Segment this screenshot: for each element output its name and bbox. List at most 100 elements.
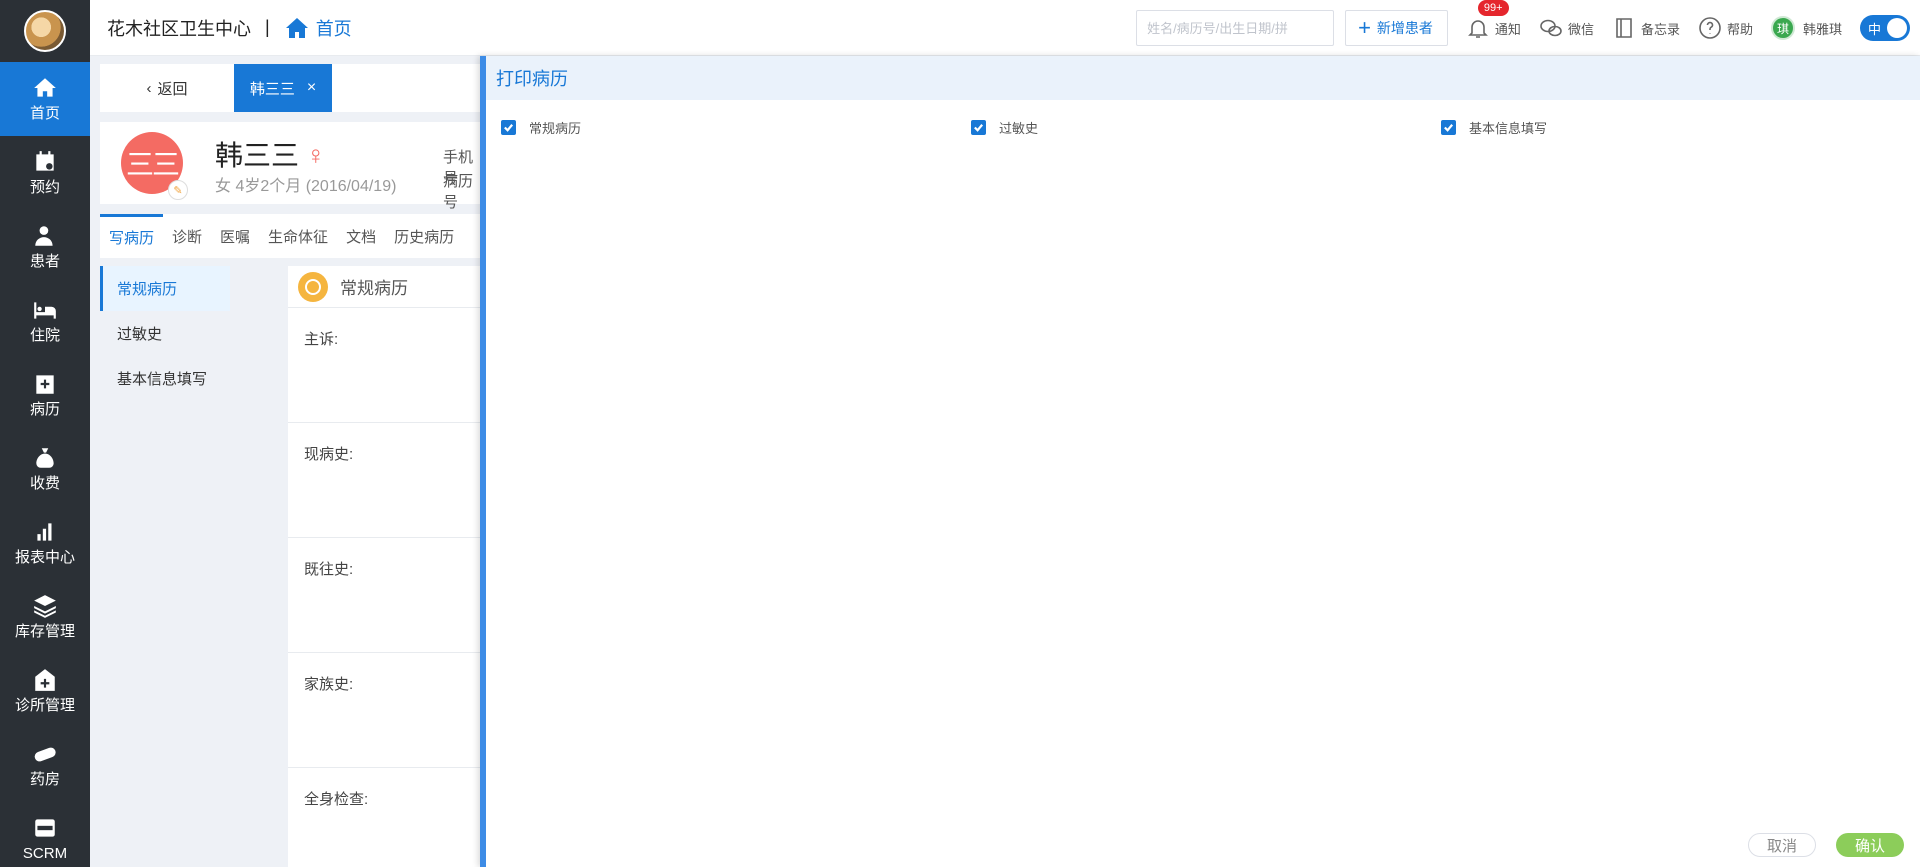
tab-patient[interactable]: 韩三三 × — [234, 64, 332, 112]
tab-patient-label: 韩三三 — [249, 80, 295, 98]
sidebar-item-label: 诊所管理 — [14, 697, 75, 714]
physical-exam-field[interactable]: 全身检查: — [288, 768, 483, 867]
sidebar-item-patients[interactable]: 患者 — [0, 210, 90, 284]
tab-documents[interactable]: 文档 — [337, 214, 385, 258]
cancel-button[interactable]: 取消 — [1748, 833, 1816, 857]
patient-name: 韩三三 — [215, 140, 300, 171]
toggle-knob — [1887, 18, 1907, 38]
language-label: 中 — [1868, 21, 1882, 37]
help-label: 帮助 — [1726, 21, 1753, 37]
sidebar-item-home[interactable]: 首页 — [0, 62, 90, 136]
top-header: 花木社区卫生中心 | 首页 + 新增患者 99+ 通知 微信 备忘录 帮助 琪 — [90, 0, 1920, 56]
nav-allergy[interactable]: 过敏史 — [100, 311, 230, 356]
notebook-icon — [1616, 18, 1632, 38]
patient-search-input[interactable] — [1136, 10, 1335, 46]
record-subtabs: 写病历 诊断 医嘱 生命体征 文档 历史病历 — [100, 214, 483, 258]
help-button[interactable]: 帮助 — [1698, 16, 1753, 40]
clock-icon — [298, 271, 328, 302]
past-history-field[interactable]: 既往史: — [288, 538, 483, 653]
sidebar: 首页 预约 患者 住院 病历 收费 报表中心 库存管理 诊所管理 药房 SCRM — [0, 0, 90, 867]
sidebar-item-inventory[interactable]: 库存管理 — [0, 580, 90, 654]
memo-label: 备忘录 — [1640, 21, 1680, 37]
sidebar-item-label: 预约 — [29, 179, 60, 196]
sidebar-item-label: 患者 — [29, 253, 60, 270]
tab-diagnosis[interactable]: 诊断 — [163, 214, 211, 258]
close-icon[interactable]: × — [307, 79, 316, 97]
family-history-field[interactable]: 家族史: — [288, 653, 483, 768]
record-number-label: 病历号 — [443, 173, 474, 211]
home-link-label: 首页 — [315, 18, 352, 39]
page-tabbar: ‹ 返回 韩三三 × — [100, 64, 483, 112]
user-menu[interactable]: 琪 韩雅琪 — [1770, 16, 1842, 40]
header-separator: | — [265, 17, 270, 37]
nav-general-record[interactable]: 常规病历 — [100, 266, 230, 311]
option-label: 常规病历 — [529, 121, 582, 136]
checkbox-checked[interactable] — [971, 120, 986, 135]
add-patient-label: 新增患者 — [1376, 20, 1433, 36]
check-icon — [1444, 124, 1454, 132]
sidebar-item-clinic-admin[interactable]: 诊所管理 — [0, 654, 90, 728]
clinic-name: 花木社区卫生中心 — [107, 18, 251, 39]
home-icon — [285, 17, 308, 38]
layers-icon — [34, 595, 56, 618]
present-illness-field[interactable]: 现病史: — [288, 423, 483, 538]
sidebar-item-label: 住院 — [29, 327, 60, 344]
wechat-button[interactable]: 微信 — [1539, 16, 1594, 40]
add-patient-button[interactable]: + 新增患者 — [1345, 10, 1448, 46]
option-basic-info[interactable]: 基本信息填写 — [1441, 118, 1547, 137]
sidebar-item-label: 库存管理 — [14, 623, 75, 640]
sidebar-item-pharmacy[interactable]: 药房 — [0, 728, 90, 802]
sidebar-item-label: SCRM — [22, 845, 68, 862]
option-allergy[interactable]: 过敏史 — [971, 118, 1038, 137]
tab-orders[interactable]: 医嘱 — [211, 214, 259, 258]
memo-button[interactable]: 备忘录 — [1612, 16, 1680, 40]
tab-vitals[interactable]: 生命体征 — [259, 214, 337, 258]
tab-write-record[interactable]: 写病历 — [100, 214, 164, 258]
female-icon: ♀ — [306, 140, 326, 170]
wechat-icon — [1540, 19, 1562, 37]
form-title: 常规病历 — [340, 279, 408, 298]
form-header: 常规病历 — [288, 266, 483, 308]
edit-icon[interactable]: ✎ — [168, 180, 188, 200]
patient-age: 女 4岁2个月 (2016/04/19) — [215, 178, 397, 195]
sidebar-item-reports[interactable]: 报表中心 — [0, 506, 90, 580]
check-icon — [504, 124, 514, 132]
language-toggle[interactable]: 中 — [1860, 15, 1910, 41]
option-label: 基本信息填写 — [1469, 121, 1548, 136]
bell-icon — [1467, 20, 1488, 38]
sidebar-item-scrm[interactable]: SCRM — [0, 802, 90, 867]
confirm-button[interactable]: 确认 — [1836, 833, 1904, 857]
user-avatar: 琪 — [1770, 16, 1795, 40]
notification-button[interactable]: 99+ 通知 — [1466, 0, 1521, 40]
patient-icon — [35, 226, 53, 246]
bed-icon — [34, 302, 56, 319]
sidebar-item-billing[interactable]: 收费 — [0, 432, 90, 506]
tab-history[interactable]: 历史病历 — [385, 214, 463, 258]
nav-basic-info[interactable]: 基本信息填写 — [100, 356, 230, 401]
plus-icon: + — [1358, 15, 1371, 40]
back-button[interactable]: ‹ 返回 — [100, 64, 234, 112]
dialog-footer: 取消 确认 — [1748, 833, 1904, 857]
checkbox-checked[interactable] — [1441, 120, 1456, 135]
sidebar-item-inpatient[interactable]: 住院 — [0, 284, 90, 358]
pill-icon — [34, 747, 56, 762]
sidebar-item-records[interactable]: 病历 — [0, 358, 90, 432]
bar-chart-icon — [37, 523, 52, 541]
scrm-icon — [35, 819, 55, 837]
help-icon — [1699, 17, 1721, 39]
money-bag-icon — [36, 448, 54, 468]
checkbox-checked[interactable] — [501, 120, 516, 135]
back-label: 返回 — [157, 80, 188, 98]
notification-badge: 99+ — [1477, 0, 1509, 16]
home-link[interactable]: 首页 — [284, 15, 352, 41]
check-icon — [974, 124, 984, 132]
sidebar-item-appointment[interactable]: 预约 — [0, 136, 90, 210]
logo-avatar — [24, 10, 66, 52]
user-name: 韩雅琪 — [1802, 21, 1842, 37]
chief-complaint-field[interactable]: 主诉: — [288, 308, 483, 423]
clinic-logo[interactable] — [0, 0, 90, 62]
record-form: 常规病历 主诉: 现病史: 既往史: 家族史: 全身检查: — [288, 266, 483, 867]
clinic-icon — [35, 669, 55, 691]
sidebar-item-label: 药房 — [29, 771, 60, 788]
option-general-record[interactable]: 常规病历 — [501, 118, 581, 137]
